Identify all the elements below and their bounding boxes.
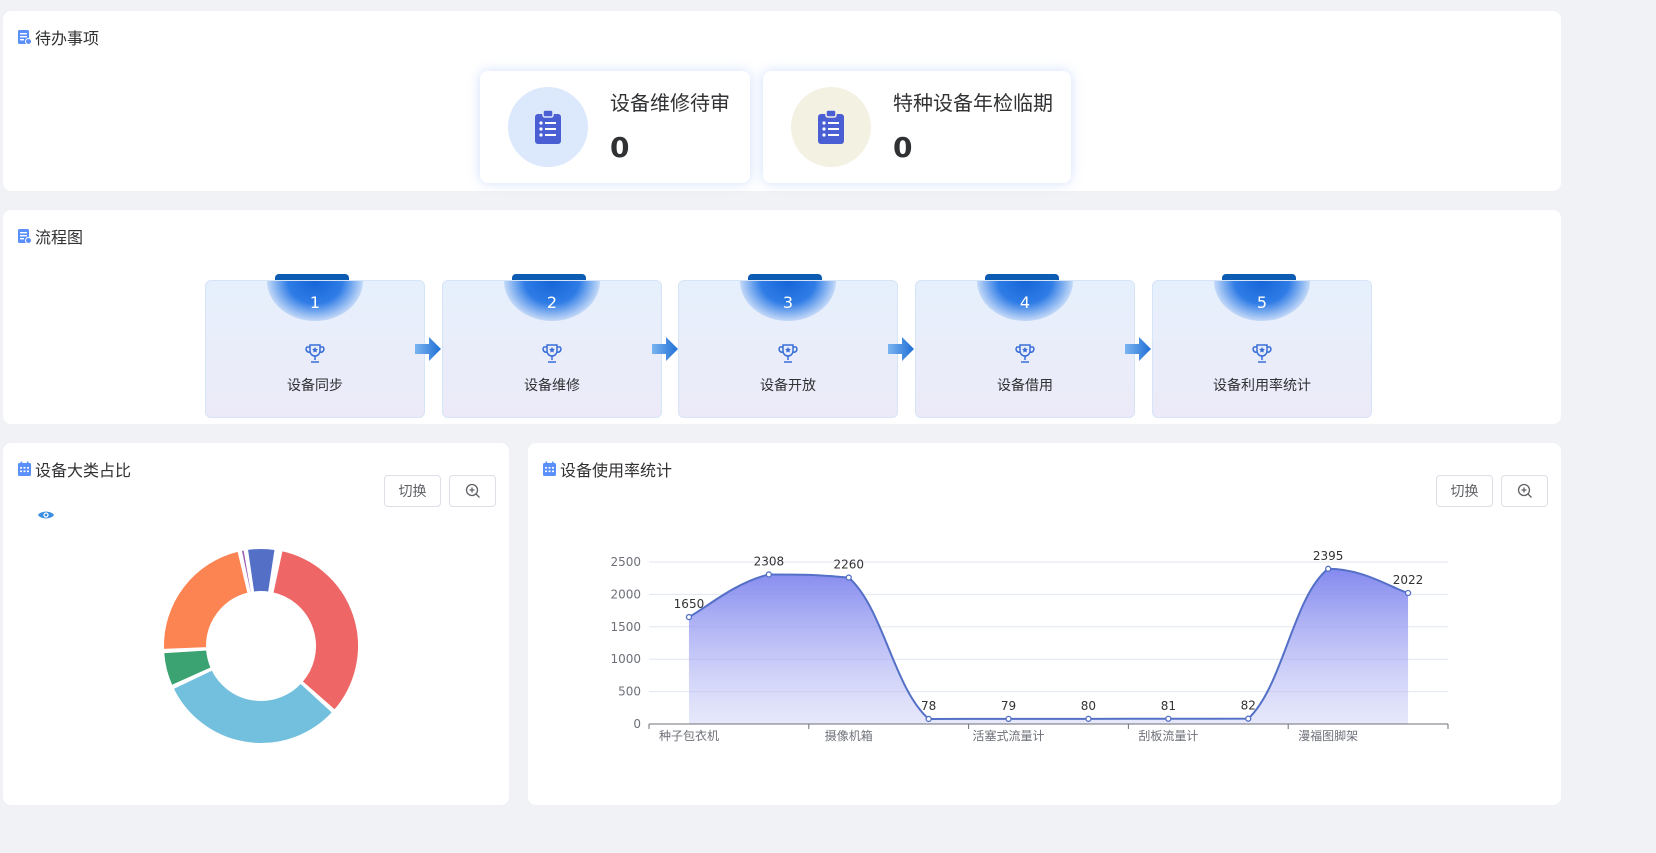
data-label: 2308 [754,554,785,568]
step-number: 2 [546,293,558,312]
step-number: 1 [309,293,321,312]
data-point[interactable] [1404,589,1412,597]
data-point[interactable] [1245,715,1252,722]
todo-title-text: 待办事项 [35,29,100,48]
data-label: 79 [1001,699,1016,713]
step-number: 4 [1019,293,1031,312]
todo-count: 0 [893,131,913,164]
usage-panel: 设备使用率统计 切换 0 500 1000 1500 2000 2500 种子包衣机 摄像机箱… [528,443,1561,805]
data-point[interactable] [1085,715,1092,722]
data-label: 1650 [674,597,705,611]
flow-step-3[interactable]: 3 设备开放 [678,280,898,418]
todo-label: 设备维修待审 [610,91,730,115]
flow-panel: 流程图 1 设备同步 2 设备维修 3 设备开放 4 设备借用 5 设备利用率统… [3,210,1561,424]
todo-panel-title: 待办事项 [17,25,99,49]
trophy-icon [778,344,798,363]
data-point[interactable] [925,715,932,723]
donut-slice[interactable] [162,549,250,651]
series-area [688,568,1409,724]
arrow-right-icon [652,337,678,361]
clipboard-icon [818,110,844,144]
todo-card-inspection[interactable]: 特种设备年检临期 0 [763,71,1071,183]
step-number: 5 [1256,293,1268,312]
step-label: 设备维修 [524,378,580,394]
trophy-icon [305,344,325,363]
y-tick-label: 1500 [610,620,641,634]
step-label: 设备同步 [287,378,343,394]
trophy-icon [1252,344,1272,363]
data-label: 2395 [1313,549,1344,563]
donut-slice[interactable] [271,549,360,712]
data-label: 2260 [833,558,864,572]
y-tick-label: 2500 [610,555,641,569]
data-label: 78 [921,699,936,713]
todo-card-repair[interactable]: 设备维修待审 0 [480,71,750,183]
todo-circle [791,87,871,167]
arrow-right-icon [888,337,914,361]
flow-step-2[interactable]: 2 设备维修 [442,280,662,418]
todo-panel: 待办事项 设备维修待审 0 特种设备年检临期 0 [3,11,1561,191]
category-panel: 设备大类占比 切换 [3,443,509,805]
x-tick-label: 摄像机箱 [825,728,873,743]
data-label: 2022 [1393,573,1424,587]
data-point[interactable] [685,613,693,621]
arrow-right-icon [1125,337,1151,361]
data-point[interactable] [845,574,852,581]
data-point[interactable] [765,571,773,578]
todo-count: 0 [610,131,630,164]
x-tick-label: 种子包衣机 [659,728,719,743]
data-point[interactable] [1325,565,1332,572]
y-tick-label: 0 [633,717,641,731]
x-tick-label: 活塞式流量计 [973,728,1045,743]
y-tick-label: 2000 [610,587,641,601]
flow-step-4[interactable]: 4 设备借用 [915,280,1135,418]
data-label: 81 [1161,699,1176,713]
flow-panel-title: 流程图 [17,224,83,248]
x-tick-label: 漫福图脚架 [1298,728,1358,743]
y-tick-label: 500 [618,685,641,699]
data-point[interactable] [1005,715,1012,723]
step-label: 设备利用率统计 [1213,378,1311,394]
step-label: 设备开放 [760,378,816,394]
category-donut-chart [162,547,360,745]
x-tick-label: 刮板流量计 [1138,729,1198,743]
todo-label: 特种设备年检临期 [893,91,1053,115]
step-number: 3 [782,293,794,312]
data-point[interactable] [1165,715,1172,722]
step-label: 设备借用 [997,378,1053,394]
document-icon [18,229,32,244]
flow-title-text: 流程图 [35,228,84,247]
usage-area-chart: 0 500 1000 1500 2000 2500 种子包衣机 摄像机箱 活塞式流量计 刮板流量计… [610,549,1449,743]
flow-step-1[interactable]: 1 设备同步 [205,280,425,418]
data-label: 80 [1081,699,1096,713]
trophy-icon [1015,344,1035,363]
data-label: 82 [1241,699,1256,713]
clipboard-icon [535,110,561,144]
todo-circle [508,87,588,167]
flow-step-5[interactable]: 5 设备利用率统计 [1152,280,1372,418]
arrow-right-icon [415,337,441,361]
y-tick-label: 1000 [610,652,641,666]
trophy-icon [542,344,562,363]
document-icon [18,30,32,45]
